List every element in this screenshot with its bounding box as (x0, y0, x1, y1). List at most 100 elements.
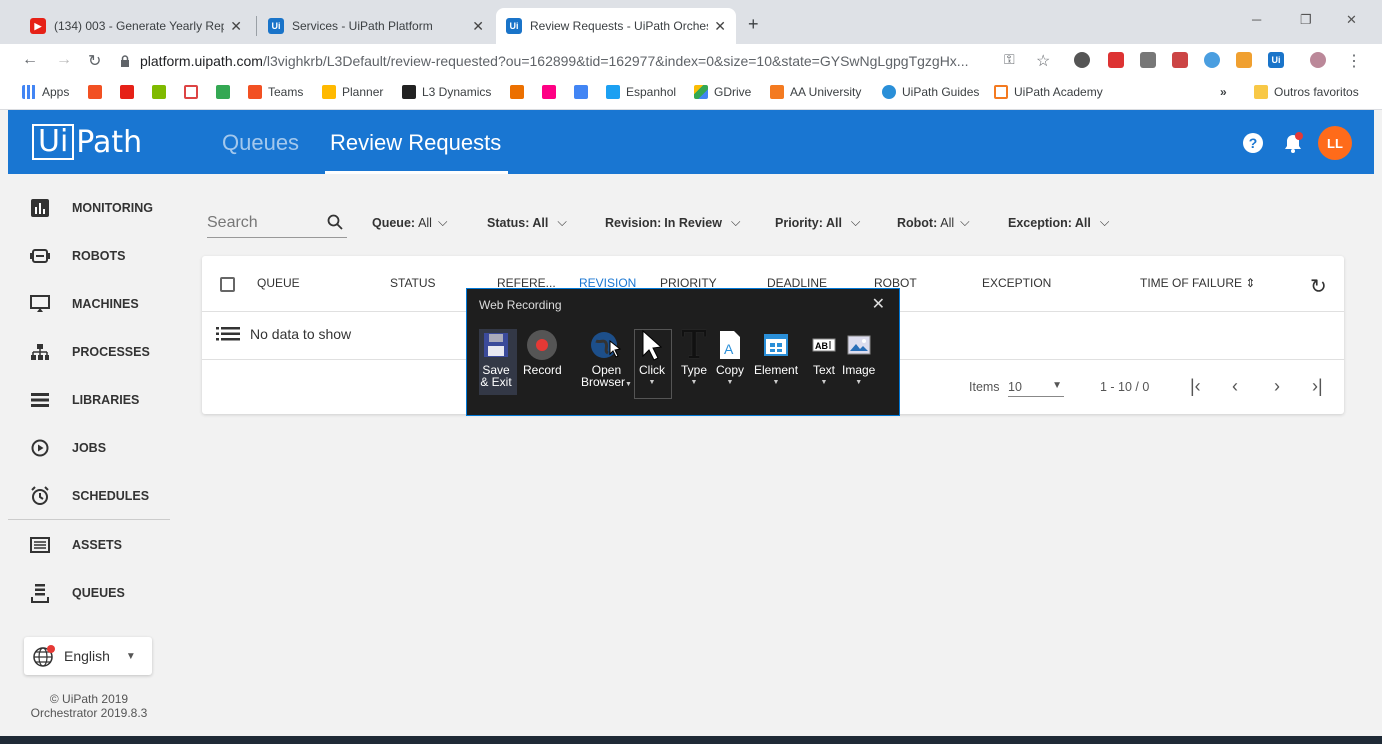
uipath-icon: Ui (268, 18, 284, 34)
profile-icon[interactable] (1310, 52, 1326, 68)
more-bookmarks-button[interactable]: » (1220, 85, 1227, 99)
notification-bell-icon[interactable] (1283, 132, 1303, 154)
user-avatar[interactable]: LL (1318, 126, 1352, 160)
sidebar-item-jobs[interactable]: JOBS (8, 424, 170, 472)
tab-queues[interactable]: Queues (222, 130, 299, 156)
sidebar-item-robots[interactable]: ROBOTS (8, 232, 170, 280)
aa-icon[interactable] (1236, 52, 1252, 68)
caret-down-icon: ▼ (125, 650, 136, 662)
help-icon[interactable]: ? (1243, 133, 1263, 153)
type-text-icon: T (681, 323, 707, 367)
address-bar[interactable]: platform.uipath.com/l3vighkrb/L3Default/… (120, 47, 1060, 75)
other-bookmarks-folder[interactable]: Outros favoritos (1254, 85, 1359, 99)
sidebar-item-processes[interactable]: PROCESSES (8, 328, 170, 376)
column-header-status[interactable]: STATUS (390, 276, 436, 290)
close-tab-icon[interactable]: ✕ (714, 18, 726, 35)
select-all-checkbox[interactable] (220, 277, 235, 292)
open-browser-button[interactable]: Open Browser▼ (581, 329, 632, 391)
sidebar-item-queues[interactable]: QUEUES (8, 569, 170, 617)
search-icon[interactable] (327, 214, 343, 230)
filter-exception[interactable]: Exception: All ⌵ (1008, 215, 1109, 230)
new-tab-button[interactable]: + (748, 14, 759, 35)
bookmark-flickr[interactable] (542, 85, 562, 99)
minimize-icon[interactable]: ─ (1252, 12, 1261, 27)
sidebar-item-libraries[interactable]: LIBRARIES (8, 376, 170, 424)
restore-icon[interactable]: ❐ (1300, 12, 1312, 28)
cloud-icon[interactable] (1204, 52, 1220, 68)
bookmark-office2[interactable] (152, 85, 172, 99)
filter-robot[interactable]: Robot: All ⌵ (897, 215, 970, 230)
prev-page-icon[interactable]: ‹ (1232, 376, 1238, 397)
bookmark-teams[interactable]: Teams (248, 85, 303, 99)
globe-icon (33, 645, 55, 667)
filter-queue[interactable]: Queue: All ⌵ (372, 215, 447, 230)
dropdown-arrow-icon: ▼ (648, 379, 656, 386)
forward-icon[interactable]: → (56, 51, 72, 69)
pdf-icon[interactable] (1172, 52, 1188, 68)
language-selector[interactable]: English ▼ (24, 637, 152, 675)
filter-revision[interactable]: Revision: In Review ⌵ (605, 215, 740, 230)
save-exit-button[interactable]: Save & Exit (480, 329, 512, 388)
sidebar-item-schedules[interactable]: SCHEDULES (8, 472, 170, 520)
browser-tab-review-requests[interactable]: Ui Review Requests - UiPath Orches ✕ (496, 8, 736, 44)
record-icon (526, 329, 558, 361)
bookmark-uipath-academy[interactable]: UiPath Academy (994, 85, 1103, 99)
svg-text:A: A (724, 341, 734, 357)
browser-tab-services[interactable]: Ui Services - UiPath Platform ✕ (258, 8, 494, 44)
key-icon[interactable]: ⚿ (1004, 51, 1015, 68)
bookmark-uipath-guides[interactable]: UiPath Guides (882, 85, 979, 99)
bookmark-apps[interactable]: Apps (22, 85, 69, 99)
reload-icon[interactable]: ↻ (88, 51, 101, 71)
bookmark-translate[interactable] (574, 85, 594, 99)
image-button[interactable]: Image ▼ (842, 329, 875, 389)
close-tab-icon[interactable]: ✕ (230, 18, 242, 35)
bookmark-gmail[interactable] (184, 85, 204, 99)
text-button[interactable]: AB Text ▼ (808, 329, 840, 389)
bookmark-maps[interactable] (216, 85, 236, 99)
sidebar-item-machines[interactable]: MACHINES (8, 280, 170, 328)
close-tab-icon[interactable]: ✕ (472, 18, 484, 35)
back-icon[interactable]: ← (22, 51, 38, 69)
element-button[interactable]: Element ▼ (754, 329, 798, 389)
bookmark-itau[interactable] (510, 85, 530, 99)
uipath-extension-icon[interactable]: Ui (1268, 52, 1284, 68)
sidebar-item-monitoring[interactable]: MONITORING (8, 184, 170, 232)
record-button[interactable]: Record (523, 329, 562, 376)
bookmark-office[interactable] (88, 85, 108, 99)
extension-icon[interactable] (1074, 52, 1090, 68)
bookmark-aa-university[interactable]: AA University (770, 85, 861, 99)
type-button[interactable]: T Type ▼ (678, 323, 710, 389)
copy-button[interactable]: A Copy ▼ (714, 329, 746, 389)
caret-down-icon: ▼ (1052, 380, 1062, 391)
search-input[interactable]: Search (207, 208, 347, 238)
column-header-queue[interactable]: QUEUE (257, 276, 300, 290)
filter-status[interactable]: Status: All ⌵ (487, 215, 567, 230)
bookmark-espanhol[interactable]: Espanhol (606, 85, 676, 99)
column-header-exception[interactable]: EXCEPTION (982, 276, 1051, 290)
bookmark-planner[interactable]: Planner (322, 85, 383, 99)
bookmark-gdrive[interactable]: GDrive (694, 85, 751, 99)
refresh-icon[interactable]: ↻ (1310, 274, 1327, 299)
menu-icon[interactable]: ⋮ (1346, 51, 1362, 71)
microsoft-icon (152, 85, 166, 99)
column-header-time-of-failure[interactable]: TIME OF FAILURE ⇕ (1140, 276, 1255, 290)
next-page-icon[interactable]: › (1274, 376, 1280, 397)
filter-priority[interactable]: Priority: All ⌵ (775, 215, 860, 230)
star-icon[interactable]: ☆ (1036, 51, 1050, 71)
items-per-page-select[interactable]: 10 ▼ (1008, 380, 1064, 397)
close-window-icon[interactable]: ✕ (1346, 12, 1357, 28)
close-icon[interactable]: ✕ (872, 294, 885, 314)
tab-review-requests[interactable]: Review Requests (330, 130, 501, 156)
skype-icon[interactable] (1140, 52, 1156, 68)
element-window-icon (760, 329, 792, 361)
bookmark-youtube[interactable] (120, 85, 140, 99)
pocket-icon[interactable] (1108, 52, 1124, 68)
bookmark-l3-dynamics[interactable]: L3 Dynamics (402, 85, 491, 99)
sidebar-nav: MONITORING ROBOTS MACHINES PROCESSES LIB… (8, 174, 170, 736)
browser-tab-youtube[interactable]: ▶ (134) 003 - Generate Yearly Repo ✕ (20, 8, 252, 44)
last-page-icon[interactable]: ›| (1312, 376, 1323, 397)
click-button[interactable]: Click ▼ (636, 329, 668, 389)
first-page-icon[interactable]: |‹ (1190, 376, 1201, 397)
uipath-logo[interactable]: Ui Path (32, 123, 142, 161)
sidebar-item-assets[interactable]: ASSETS (8, 521, 170, 569)
